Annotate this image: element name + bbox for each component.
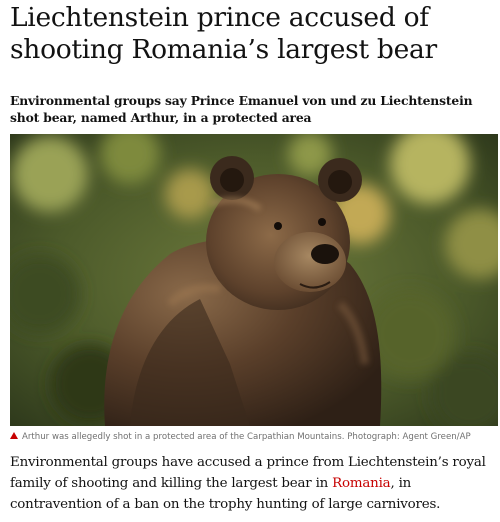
bear-photo <box>10 134 498 426</box>
romania-link[interactable]: Romania <box>332 476 391 491</box>
body-paragraph: Environmental groups have accused a prin… <box>10 452 498 515</box>
caption-triangle-icon <box>10 432 18 439</box>
caption-text: Arthur was allegedly shot in a protected… <box>22 432 471 442</box>
headline: Liechtenstein prince accused of shooting… <box>10 2 437 65</box>
photo-caption: Arthur was allegedly shot in a protected… <box>10 431 494 444</box>
standfirst: Environmental groups say Prince Emanuel … <box>10 93 473 125</box>
body-text-before-link: Environmental groups have accused a prin… <box>10 455 486 491</box>
article-page: Liechtenstein prince accused of shooting… <box>0 0 500 522</box>
